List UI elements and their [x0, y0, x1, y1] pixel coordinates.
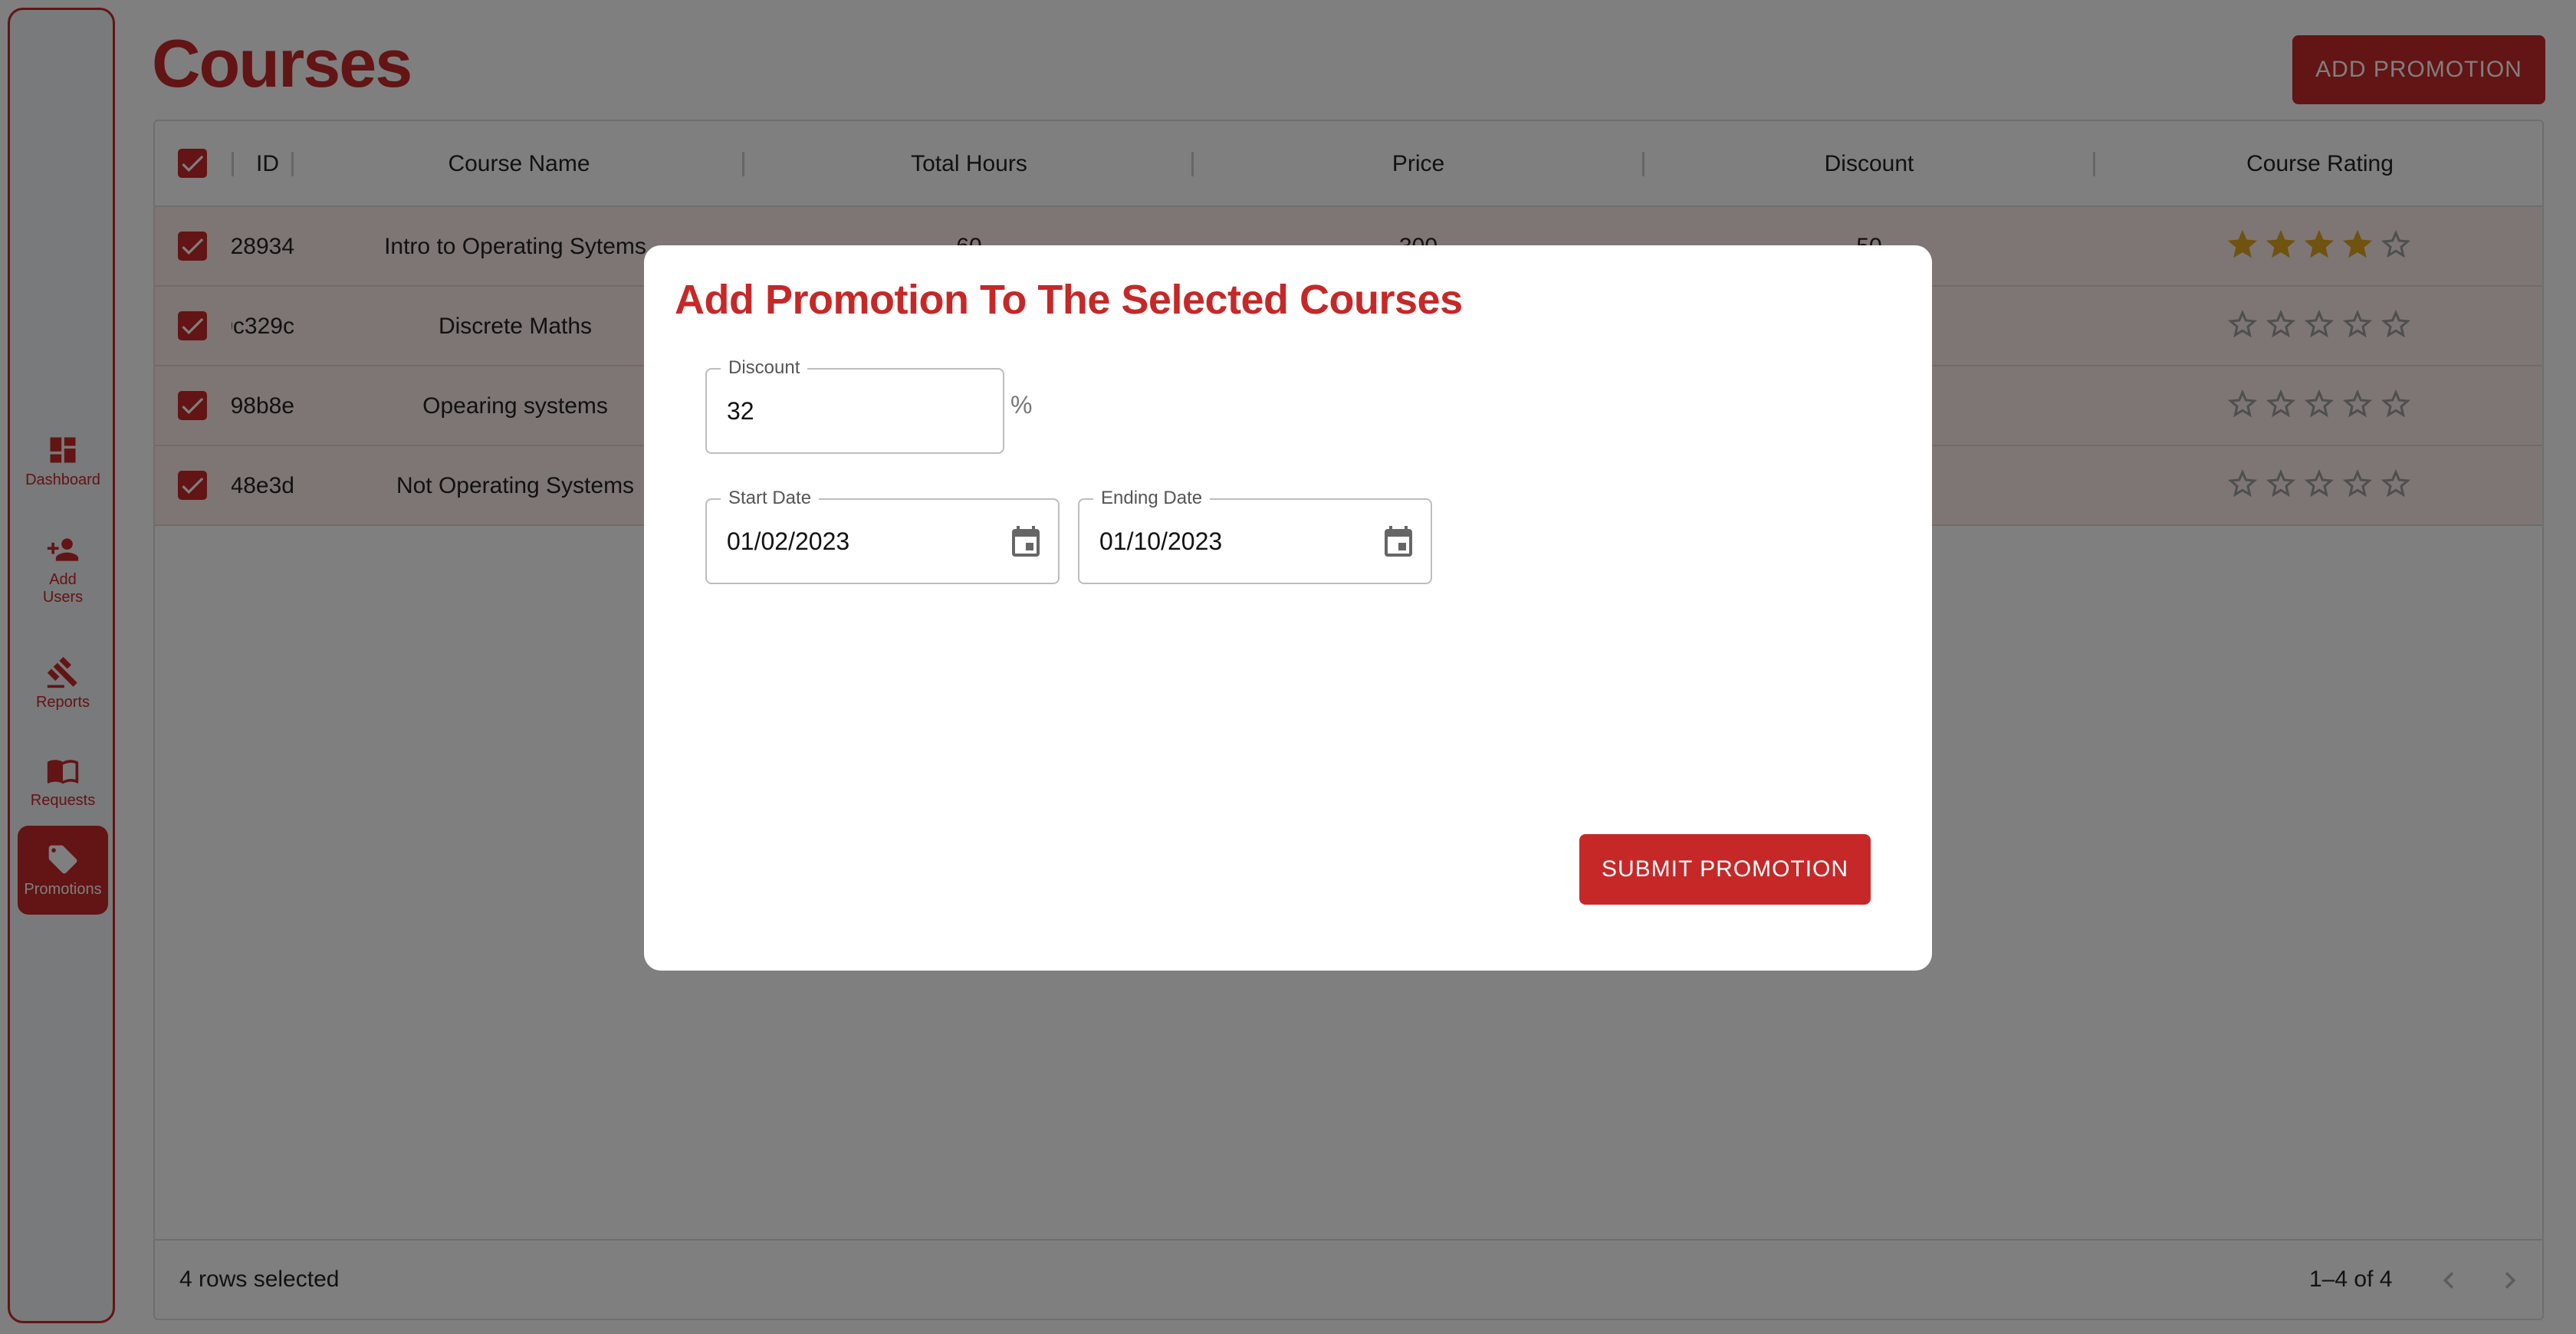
calendar-icon: [1012, 526, 1040, 557]
dialog-title: Add Promotion To The Selected Courses: [675, 277, 1463, 323]
calendar-icon: [1385, 526, 1412, 557]
end-date-label: Ending Date: [1093, 488, 1211, 509]
add-promotion-dialog: Add Promotion To The Selected Courses Di…: [644, 245, 1932, 971]
submit-promotion-button[interactable]: SUBMIT PROMOTION: [1579, 834, 1871, 905]
percent-sign: %: [1010, 391, 1033, 419]
start-date-input[interactable]: 01/02/2023: [727, 527, 849, 556]
discount-field[interactable]: Discount 32: [705, 357, 1004, 454]
end-date-input[interactable]: 01/10/2023: [1099, 527, 1222, 556]
start-date-field[interactable]: Start Date 01/02/2023: [705, 488, 1060, 584]
discount-label: Discount: [721, 357, 808, 379]
start-date-picker-button[interactable]: [1007, 524, 1044, 561]
end-date-field[interactable]: Ending Date 01/10/2023: [1078, 488, 1432, 584]
discount-input[interactable]: 32: [727, 397, 754, 426]
start-date-label: Start Date: [721, 488, 820, 509]
end-date-picker-button[interactable]: [1380, 524, 1417, 561]
